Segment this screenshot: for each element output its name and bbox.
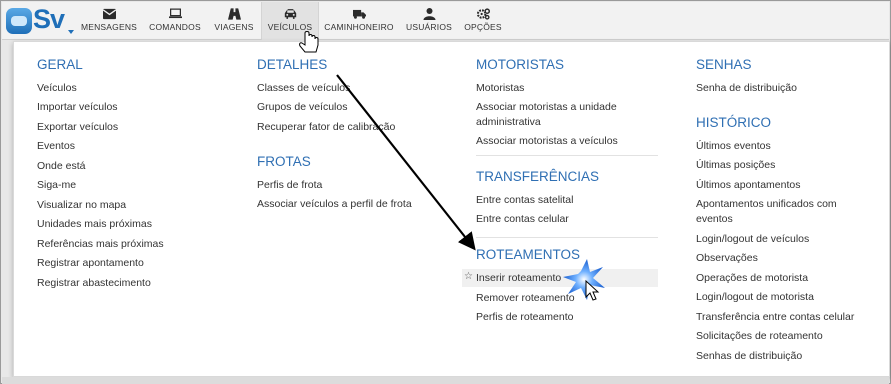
- menu-item[interactable]: Referências mais próximas: [37, 237, 164, 251]
- menu-item[interactable]: Login/logout de veículos: [696, 232, 809, 246]
- menu-item[interactable]: Unidades mais próximas: [37, 217, 152, 231]
- nav-label: CAMINHONEIRO: [324, 22, 394, 32]
- envelope-icon: [78, 2, 140, 22]
- menu-item[interactable]: Visualizar no mapa: [37, 198, 126, 212]
- menu-item[interactable]: Motoristas: [476, 81, 524, 95]
- laptop-icon: [142, 2, 208, 22]
- section-title-detalhes: DETALHES: [257, 57, 328, 72]
- truck-icon: [320, 2, 398, 22]
- nav-viagens[interactable]: VIAGENS: [208, 2, 260, 40]
- menu-item[interactable]: Grupos de veículos: [257, 100, 347, 114]
- menu-item[interactable]: Observações: [696, 251, 758, 265]
- nav-comandos[interactable]: COMANDOS: [142, 2, 208, 40]
- brand-logo[interactable]: Sv: [6, 4, 74, 36]
- menu-item[interactable]: Últimos eventos: [696, 139, 771, 153]
- menu-item[interactable]: Associar veículos a perfil de frota: [257, 197, 412, 211]
- menu-item[interactable]: Registrar apontamento: [37, 256, 144, 270]
- menu-item[interactable]: Recuperar fator de calibração: [257, 120, 395, 134]
- menu-item[interactable]: Transferência entre contas celular: [696, 310, 854, 324]
- divider: [476, 155, 658, 156]
- menu-item-continued[interactable]: eventos: [696, 212, 733, 226]
- nav-label: OPÇÕES: [464, 22, 502, 32]
- section-title-roteamentos: ROTEAMENTOS: [476, 247, 581, 262]
- nav-mensagens[interactable]: MENSAGENS: [78, 2, 140, 40]
- menu-item[interactable]: Remover roteamento: [476, 291, 575, 305]
- vehicles-dropdown-panel: GERAL Veículos Importar veículos Exporta…: [13, 41, 890, 377]
- menu-item[interactable]: Apontamentos unificados com: [696, 197, 837, 211]
- menu-item[interactable]: Senha de distribuição: [696, 81, 797, 95]
- brand-name: Sv: [33, 4, 65, 34]
- section-title-motoristas: MOTORISTAS: [476, 57, 565, 72]
- menu-item[interactable]: Associar motoristas a veículos: [476, 134, 618, 148]
- nav-opcoes[interactable]: OPÇÕES: [460, 2, 506, 40]
- user-icon: [400, 2, 458, 22]
- menu-item-continued[interactable]: administrativa: [476, 115, 541, 129]
- section-title-senhas: SENHAS: [696, 57, 752, 72]
- road-icon: [208, 2, 260, 22]
- page-bottom-strip: [2, 377, 889, 384]
- nav-caminhoneiro[interactable]: CAMINHONEIRO: [320, 2, 398, 40]
- menu-item[interactable]: Veículos: [37, 81, 77, 95]
- gears-icon: [460, 2, 506, 22]
- menu-item[interactable]: Exportar veículos: [37, 120, 118, 134]
- star-icon[interactable]: ☆: [464, 271, 473, 282]
- section-title-historico: HISTÓRICO: [696, 115, 772, 130]
- menu-item[interactable]: Siga-me: [37, 178, 76, 192]
- app-frame: Sv MENSAGENS COMANDOS VIAGENS VEÍCULOS C…: [0, 0, 891, 384]
- menu-item[interactable]: Login/logout de motorista: [696, 290, 814, 304]
- chevron-down-icon[interactable]: [68, 30, 74, 34]
- nav-label: USUÁRIOS: [406, 22, 452, 32]
- menu-item[interactable]: Operações de motorista: [696, 271, 808, 285]
- section-title-geral: GERAL: [37, 57, 83, 72]
- menu-item-highlighted[interactable]: Inserir roteamento: [462, 269, 658, 287]
- menu-item[interactable]: Perfis de roteamento: [476, 310, 573, 324]
- nav-label: COMANDOS: [149, 22, 201, 32]
- menu-item[interactable]: Últimas posições: [696, 158, 775, 172]
- nav-label: VIAGENS: [214, 22, 254, 32]
- menu-item[interactable]: Últimos apontamentos: [696, 178, 800, 192]
- car-icon: [262, 2, 318, 22]
- logo-cube-icon: [6, 8, 32, 34]
- nav-label: MENSAGENS: [80, 22, 138, 32]
- menu-item[interactable]: Registrar abastecimento: [37, 276, 151, 290]
- nav-veiculos[interactable]: VEÍCULOS: [261, 2, 319, 40]
- section-title-frotas: FROTAS: [257, 154, 311, 169]
- menu-item[interactable]: Senhas de distribuição: [696, 349, 802, 363]
- menu-item[interactable]: Entre contas satelital: [476, 193, 573, 207]
- nav-label: VEÍCULOS: [267, 22, 313, 32]
- menu-item[interactable]: Perfis de frota: [257, 178, 322, 192]
- menu-item[interactable]: Eventos: [37, 139, 75, 153]
- menu-item[interactable]: Associar motoristas a unidade: [476, 100, 617, 114]
- menu-item[interactable]: Solicitações de roteamento: [696, 329, 823, 343]
- top-navbar: Sv MENSAGENS COMANDOS VIAGENS VEÍCULOS C…: [2, 2, 889, 40]
- nav-usuarios[interactable]: USUÁRIOS: [400, 2, 458, 40]
- menu-item[interactable]: Importar veículos: [37, 100, 118, 114]
- menu-item[interactable]: Classes de veículos: [257, 81, 350, 95]
- divider: [476, 237, 658, 238]
- menu-item[interactable]: Onde está: [37, 159, 85, 173]
- section-title-transferencias: TRANSFERÊNCIAS: [476, 169, 600, 184]
- menu-item[interactable]: Entre contas celular: [476, 212, 569, 226]
